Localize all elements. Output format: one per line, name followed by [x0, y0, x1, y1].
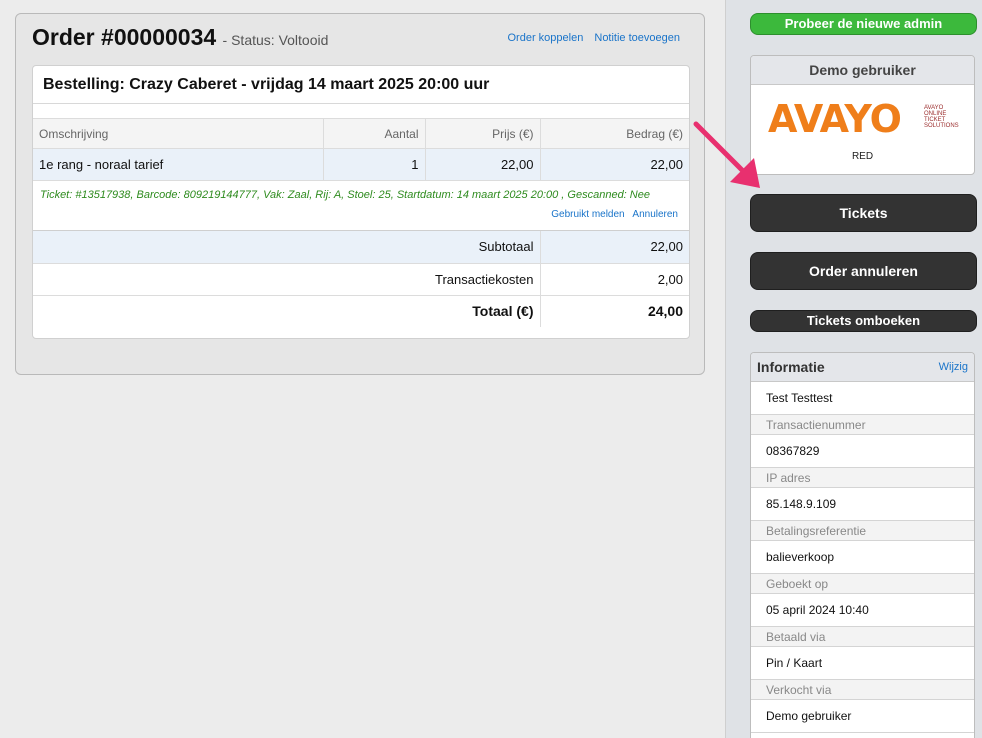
table-row: 1e rang - noraal tarief 1 22,00 22,00 [33, 148, 689, 181]
line-description: 1e rang - noraal tarief [33, 148, 323, 181]
ticket-info: Ticket: #13517938, Barcode: 809219144777… [33, 181, 689, 231]
ticket-links: Gebruikt melden Annuleren [546, 209, 678, 220]
order-title: Order #00000034 - Status: Voltooid [32, 24, 328, 51]
arrow-icon [693, 121, 760, 188]
table-header-row: Omschrijving Aantal Prijs (€) Bedrag (€) [33, 118, 689, 149]
booking-card: Bestelling: Crazy Caberet - vrijdag 14 m… [32, 65, 690, 339]
info-label-ip: IP adres [751, 468, 974, 488]
info-panel: Informatie Wijzig Test Testtest Transact… [750, 352, 975, 738]
booking-heading: Bestelling: Crazy Caberet - vrijdag 14 m… [33, 66, 689, 104]
logo-wordmark: AVAYO [768, 97, 902, 141]
card-spacer [33, 104, 689, 118]
order-status: - Status: Voltooid [222, 32, 329, 48]
col-header-amount: Bedrag (€) [539, 118, 689, 149]
demo-user-heading: Demo gebruiker [751, 56, 974, 85]
info-title: Informatie [757, 359, 825, 375]
info-label-transaction: Transactienummer [751, 415, 974, 435]
try-new-admin-button[interactable]: Probeer de nieuwe admin [750, 13, 977, 35]
info-label-sold-via: Verkocht via [751, 680, 974, 700]
demo-user-box: Demo gebruiker AVAYO AVAYO ONLINE TICKET… [750, 55, 975, 175]
subtotal-value: 22,00 [539, 231, 689, 264]
total-row: Totaal (€) 24,00 [33, 295, 689, 327]
order-panel: Order #00000034 - Status: Voltooid Order… [15, 13, 705, 375]
totals-table: Subtotaal 22,00 Transactiekosten 2,00 To… [33, 231, 689, 327]
col-header-quantity: Aantal [322, 118, 425, 149]
info-value-transaction: 08367829 [751, 435, 974, 468]
info-value-ip: 85.148.9.109 [751, 488, 974, 521]
tickets-button[interactable]: Tickets [750, 194, 977, 232]
info-value-paid-via: Pin / Kaart [751, 647, 974, 680]
total-value: 24,00 [539, 295, 689, 327]
link-order-koppelen[interactable]: Order koppelen [507, 32, 583, 44]
cancel-order-button[interactable]: Order annuleren [750, 252, 977, 290]
link-notitie-toevoegen[interactable]: Notitie toevoegen [594, 32, 680, 44]
info-value-payment-ref: balieverkoop [751, 541, 974, 574]
logo-tagline-line: SOLUTIONS [924, 123, 959, 129]
order-actions: Order koppelen Notitie toevoegen [499, 32, 680, 44]
info-value-sold-via: Demo gebruiker [751, 700, 974, 733]
ticket-details: Ticket: #13517938, Barcode: 809219144777… [40, 189, 650, 201]
info-value-booked-on: 05 april 2024 10:40 [751, 594, 974, 627]
fee-row: Transactiekosten 2,00 [33, 263, 689, 296]
fee-value: 2,00 [539, 263, 689, 296]
info-heading: Informatie Wijzig [751, 353, 974, 382]
edit-info-link[interactable]: Wijzig [939, 353, 968, 382]
line-price: 22,00 [424, 148, 540, 181]
fee-label: Transactiekosten [33, 263, 540, 296]
order-lines-table: Omschrijving Aantal Prijs (€) Bedrag (€)… [33, 118, 689, 181]
rebook-tickets-button[interactable]: Tickets omboeken [750, 310, 977, 332]
info-customer-name: Test Testtest [751, 382, 974, 415]
info-label-booked-on: Geboekt op [751, 574, 974, 594]
logo-tagline: AVAYO ONLINE TICKET SOLUTIONS [924, 105, 959, 129]
info-label-payment-ref: Betalingsreferentie [751, 521, 974, 541]
demo-user-caption: RED [851, 151, 874, 162]
order-number: Order #00000034 [32, 24, 217, 50]
total-label: Totaal (€) [472, 303, 534, 320]
subtotal-row: Subtotaal 22,00 [33, 231, 689, 264]
link-gebruikt-melden[interactable]: Gebruikt melden [551, 209, 624, 220]
sidebar-divider [725, 0, 726, 738]
info-label-paid-via: Betaald via [751, 627, 974, 647]
avayo-logo: AVAYO AVAYO ONLINE TICKET SOLUTIONS [768, 99, 960, 139]
line-quantity: 1 [322, 148, 425, 181]
link-annuleren-ticket[interactable]: Annuleren [632, 209, 678, 220]
line-amount: 22,00 [539, 148, 689, 181]
col-header-description: Omschrijving [33, 118, 323, 149]
col-header-price: Prijs (€) [424, 118, 540, 149]
subtotal-label: Subtotaal [33, 231, 540, 264]
